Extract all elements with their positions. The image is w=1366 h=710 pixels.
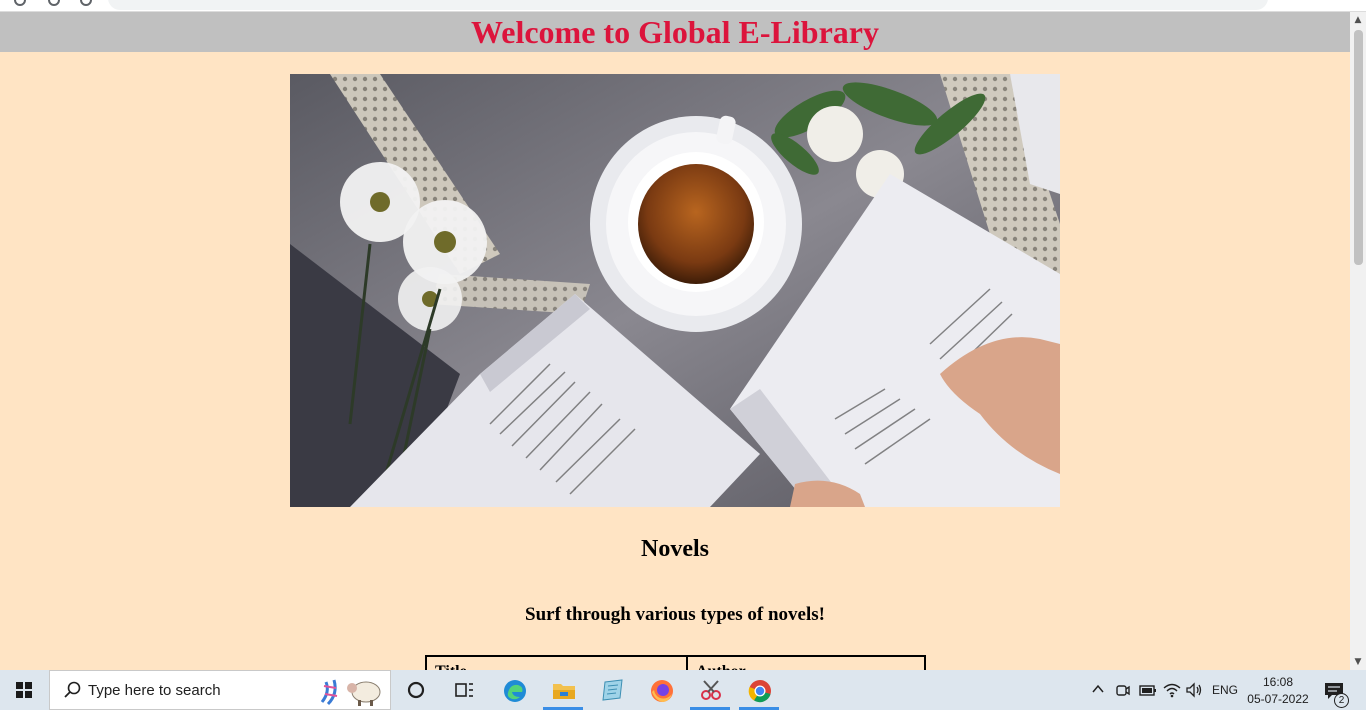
reload-icon[interactable]: [80, 0, 92, 6]
page-scrollbar[interactable]: ▲ ▼: [1350, 12, 1366, 670]
task-view-button[interactable]: [440, 670, 488, 710]
section-subheading: Surf through various types of novels!: [525, 604, 825, 625]
notepad-icon: [602, 679, 623, 701]
wifi-icon: [1163, 683, 1181, 698]
site-header: Welcome to Global E-Library: [0, 12, 1350, 52]
notepad-taskbar-button[interactable]: [588, 670, 636, 710]
notification-count-badge: 2: [1334, 693, 1349, 708]
file-explorer-icon: [553, 684, 575, 699]
search-highlight-icon: [320, 679, 381, 706]
forward-icon[interactable]: [48, 0, 60, 6]
start-button[interactable]: [0, 670, 48, 710]
battery-icon: [1139, 685, 1156, 696]
chrome-taskbar-button[interactable]: [735, 670, 783, 710]
edge-taskbar-button[interactable]: [490, 670, 538, 710]
language-indicator[interactable]: ENG: [1212, 683, 1238, 697]
taskbar-search-box[interactable]: Type here to search: [49, 670, 391, 710]
task-view-icon: [455, 683, 473, 697]
chrome-icon: [748, 680, 771, 703]
search-placeholder: Type here to search: [88, 682, 221, 699]
cortana-icon: [407, 681, 425, 699]
volume-icon: [1186, 682, 1202, 698]
windows-logo-icon: [16, 682, 32, 698]
address-bar[interactable]: [108, 0, 1268, 10]
firefox-taskbar-button[interactable]: [637, 670, 685, 710]
meet-now-icon: [1116, 685, 1130, 696]
clock-date: 05-07-2022: [1247, 692, 1309, 706]
clock-time: 16:08: [1262, 675, 1294, 689]
snipping-tool-taskbar-button[interactable]: [686, 670, 734, 710]
back-icon[interactable]: [14, 0, 26, 6]
browser-chrome: [0, 0, 1366, 12]
books-and-tea-photo: [290, 74, 1060, 507]
page-viewport: Welcome to Global E-Library Novels Surf …: [0, 12, 1350, 670]
scroll-thumb[interactable]: [1354, 30, 1363, 265]
windows-taskbar: Type here to search ENG 16:08 05-07-2022…: [0, 670, 1366, 710]
search-icon: [64, 681, 81, 698]
edge-icon: [504, 680, 526, 702]
snipping-tool-icon: [701, 680, 721, 700]
chevron-up-icon: [1092, 684, 1104, 693]
cortana-button[interactable]: [392, 670, 440, 710]
scroll-down-icon[interactable]: ▼: [1350, 654, 1366, 670]
file-explorer-taskbar-button[interactable]: [539, 670, 587, 710]
table-header-row: Title Author: [425, 655, 926, 670]
hero-image: [290, 74, 1060, 507]
table-header-author: Author: [686, 655, 926, 670]
section-heading: Novels: [641, 536, 709, 562]
novels-table: Title Author: [425, 655, 926, 670]
scroll-up-icon[interactable]: ▲: [1350, 12, 1366, 28]
clock[interactable]: 16:08 05-07-2022: [1246, 674, 1310, 708]
site-title: Welcome to Global E-Library: [471, 14, 879, 50]
table-header-title: Title: [425, 655, 688, 670]
firefox-icon: [651, 680, 673, 702]
